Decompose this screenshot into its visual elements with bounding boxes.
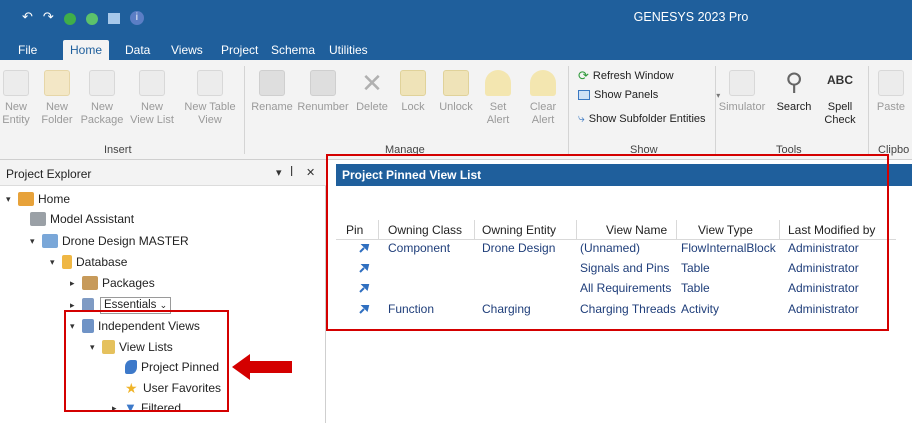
app-title: GENESYS 2023 Pro xyxy=(633,10,749,24)
project-explorer-title: Project Explorer xyxy=(6,167,92,181)
packages-icon xyxy=(82,276,98,290)
red-arrow-icon xyxy=(232,354,292,380)
new-folder-button[interactable]: New Folder xyxy=(37,70,77,127)
home-icon xyxy=(18,192,34,206)
insert-group-label: Insert xyxy=(104,144,132,156)
database-icon xyxy=(62,255,72,269)
ribbon-tab-bar: File Home Data Views Project Schema Util… xyxy=(0,36,912,60)
delete-button[interactable]: ✕ Delete xyxy=(352,70,392,114)
search-button[interactable]: ⚲ Search xyxy=(774,70,814,114)
folder-icon xyxy=(44,70,70,96)
new-package-button[interactable]: New Package xyxy=(79,70,125,127)
simulator-icon xyxy=(729,70,755,96)
show-subfolder-entities-button[interactable]: ⤷ Show Subfolder Entities xyxy=(578,111,706,126)
view-list-icon xyxy=(139,70,165,96)
package-icon xyxy=(89,70,115,96)
search-icon: ⚲ xyxy=(785,69,803,96)
panels-icon xyxy=(578,90,590,100)
chevron-down-icon: ⌄ xyxy=(159,299,168,310)
spell-check-icon: ABC xyxy=(827,73,853,87)
lock-button[interactable]: Lock xyxy=(396,70,430,114)
tree-item-home[interactable]: ▾ Home xyxy=(6,189,70,209)
paste-icon xyxy=(878,70,904,96)
highlight-box-explorer xyxy=(64,310,229,412)
tree-item-model-assistant[interactable]: Model Assistant xyxy=(30,209,134,229)
ribbon: New Entity New Folder New Package New Vi… xyxy=(0,60,912,160)
ribbon-separator xyxy=(868,66,869,154)
title-bar: ↶ ↷ i GENESYS 2023 Pro xyxy=(0,0,912,36)
set-alert-icon xyxy=(485,70,511,96)
set-alert-button[interactable]: Set Alert xyxy=(482,70,514,127)
expand-caret-icon[interactable]: ▾ xyxy=(30,231,42,251)
ribbon-separator xyxy=(244,66,245,154)
tab-project[interactable]: Project xyxy=(214,40,265,60)
new-entity-icon xyxy=(3,70,29,96)
collapse-caret-icon[interactable]: ▸ xyxy=(70,273,82,293)
tree-item-drone-design-master[interactable]: ▾ Drone Design MASTER xyxy=(30,231,189,251)
lock-icon xyxy=(400,70,426,96)
paste-button[interactable]: Paste xyxy=(874,70,908,114)
table-view-icon xyxy=(197,70,223,96)
delete-icon: ✕ xyxy=(361,68,383,98)
tab-views[interactable]: Views xyxy=(164,40,210,60)
dropdown-icon[interactable]: ▾ xyxy=(276,166,282,179)
simulator-button[interactable]: Simulator xyxy=(718,70,766,114)
rename-button[interactable]: Rename xyxy=(250,70,294,114)
tree-item-database[interactable]: ▾ Database xyxy=(50,252,127,272)
expand-caret-icon[interactable]: ▾ xyxy=(50,252,62,272)
clear-alert-icon xyxy=(530,70,556,96)
tab-file[interactable]: File xyxy=(11,40,44,60)
tab-home[interactable]: Home xyxy=(63,40,110,60)
unlock-icon xyxy=(443,70,469,96)
show-panels-button[interactable]: Show Panels ▾ xyxy=(578,89,720,101)
new-entity-button[interactable]: New Entity xyxy=(0,70,32,127)
refresh-window-button[interactable]: ⟳ Refresh Window xyxy=(578,68,674,84)
tab-data[interactable]: Data xyxy=(118,40,157,60)
clear-alert-button[interactable]: Clear Alert xyxy=(526,70,560,127)
renumber-button[interactable]: Renumber xyxy=(296,70,350,114)
pin-panel-icon[interactable]: ꟾ xyxy=(290,166,293,179)
rename-icon xyxy=(259,70,285,96)
close-icon[interactable]: ✕ xyxy=(306,166,315,179)
model-assistant-icon xyxy=(30,212,46,226)
highlight-box-view-list xyxy=(326,154,889,331)
expand-caret-icon[interactable]: ▾ xyxy=(6,189,18,209)
project-explorer-header: Project Explorer ▾ ꟾ ✕ xyxy=(0,160,326,186)
subfolder-icon: ⤷ xyxy=(578,111,585,125)
unlock-button[interactable]: Unlock xyxy=(436,70,476,114)
tab-utilities[interactable]: Utilities xyxy=(322,40,375,60)
ribbon-separator xyxy=(715,66,716,154)
ribbon-separator xyxy=(568,66,569,154)
new-view-list-button[interactable]: New View List xyxy=(126,70,178,127)
renumber-icon xyxy=(310,70,336,96)
project-icon xyxy=(42,234,58,248)
tab-schema[interactable]: Schema xyxy=(264,40,322,60)
refresh-icon: ⟳ xyxy=(578,68,589,83)
new-table-view-button[interactable]: New Table View xyxy=(180,70,240,127)
spell-check-button[interactable]: ABC Spell Check xyxy=(818,70,862,127)
tree-item-packages[interactable]: ▸ Packages xyxy=(70,273,155,293)
